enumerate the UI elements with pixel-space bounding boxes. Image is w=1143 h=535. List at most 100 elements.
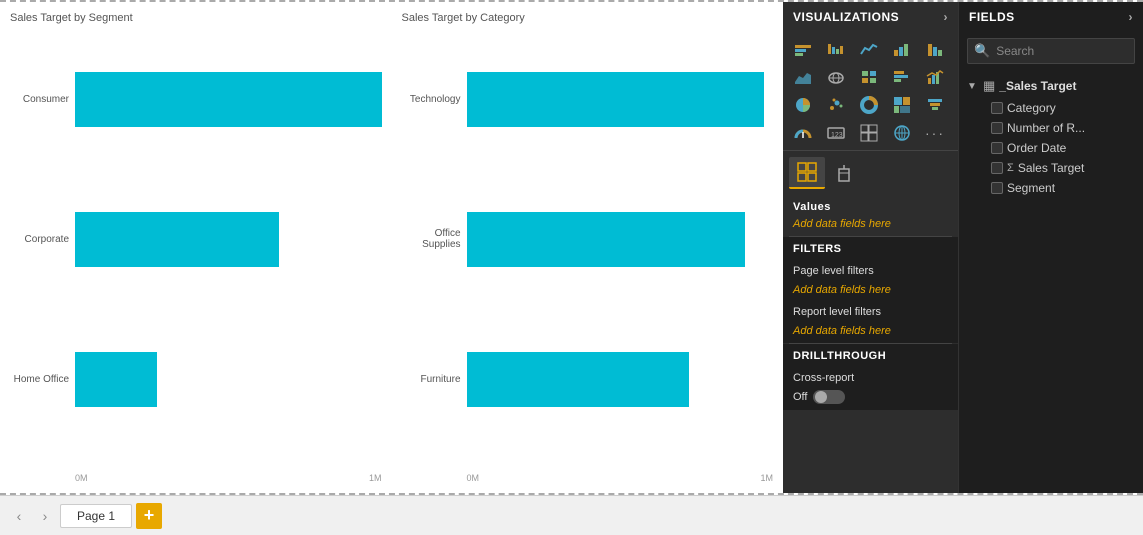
chart-segment-title: Sales Target by Segment bbox=[10, 12, 382, 24]
chart-category-title: Sales Target by Category bbox=[402, 12, 774, 24]
tree-table-sales-target[interactable]: ▼ ▦ _Sales Target bbox=[965, 74, 1137, 98]
field-sales-target[interactable]: Σ Sales Target bbox=[965, 158, 1137, 178]
axis-0m-cat: 0M bbox=[467, 473, 480, 483]
main-area: Sales Target by Segment Consumer Corpora… bbox=[0, 0, 1143, 495]
viz-icon-line[interactable] bbox=[855, 36, 883, 62]
table-icon: ▦ bbox=[983, 78, 995, 94]
page-prev-btn[interactable]: ‹ bbox=[8, 505, 30, 527]
bar-label-furniture: Furniture bbox=[402, 374, 467, 385]
viz-panel-chevron[interactable]: › bbox=[944, 10, 949, 24]
chart-category: Sales Target by Category Technology Offi… bbox=[402, 12, 774, 483]
field-checkbox-number-r[interactable] bbox=[991, 122, 1003, 134]
toggle-off-label: Off bbox=[793, 391, 807, 403]
viz-icons-grid: 123 bbox=[783, 32, 958, 150]
search-input[interactable] bbox=[996, 44, 1128, 58]
svg-text:123: 123 bbox=[831, 132, 843, 139]
bar-label-corporate: Corporate bbox=[10, 234, 75, 245]
bar-label-office: Office Supplies bbox=[402, 228, 467, 250]
viz-icon-globe[interactable] bbox=[888, 120, 916, 146]
field-checkbox-category[interactable] bbox=[991, 102, 1003, 114]
bar-chart-segment: Consumer Corporate Home Office bbox=[10, 30, 382, 469]
axis-1m-cat: 1M bbox=[760, 473, 773, 483]
search-box: 🔍 bbox=[967, 38, 1135, 64]
viz-bottom-section bbox=[783, 150, 958, 195]
fields-panel: FIELDS › 🔍 ▼ ▦ _Sales Target Category bbox=[958, 2, 1143, 493]
viz-icon-clustered-bar[interactable] bbox=[822, 36, 850, 62]
bar-row-furniture: Furniture bbox=[402, 352, 774, 407]
right-panels: VISUALIZATIONS › bbox=[783, 2, 1143, 493]
filters-report-level: Report level filters bbox=[783, 302, 958, 322]
viz-format-icon[interactable] bbox=[829, 157, 865, 189]
chart-segment: Sales Target by Segment Consumer Corpora… bbox=[10, 12, 382, 483]
viz-icon-gauge[interactable] bbox=[789, 120, 817, 146]
field-order-date[interactable]: Order Date bbox=[965, 138, 1137, 158]
page-next-btn[interactable]: › bbox=[34, 505, 56, 527]
viz-icon-donut[interactable] bbox=[855, 92, 883, 118]
field-checkbox-segment[interactable] bbox=[991, 182, 1003, 194]
viz-icon-card[interactable]: 123 bbox=[822, 120, 850, 146]
field-name-category: Category bbox=[1007, 101, 1056, 115]
viz-icon-scatter[interactable] bbox=[822, 92, 850, 118]
field-checkbox-order-date[interactable] bbox=[991, 142, 1003, 154]
bar-row-tech: Technology bbox=[402, 72, 774, 127]
viz-icon-map[interactable] bbox=[822, 64, 850, 90]
viz-icon-pie[interactable] bbox=[789, 92, 817, 118]
viz-icon-funnel[interactable] bbox=[921, 92, 949, 118]
bar-tech bbox=[467, 72, 764, 127]
page-tab[interactable]: Page 1 bbox=[60, 504, 132, 528]
fields-panel-header: FIELDS › bbox=[959, 2, 1143, 32]
bar-corporate bbox=[75, 212, 279, 267]
field-name-segment: Segment bbox=[1007, 181, 1055, 195]
field-segment[interactable]: Segment bbox=[965, 178, 1137, 198]
bar-furniture bbox=[467, 352, 690, 407]
field-name-order-date: Order Date bbox=[1007, 141, 1066, 155]
search-icon: 🔍 bbox=[974, 43, 990, 59]
filters-report-add[interactable]: Add data fields here bbox=[783, 322, 958, 343]
viz-icon-matrix[interactable] bbox=[855, 120, 883, 146]
field-name-number-r: Number of R... bbox=[1007, 121, 1085, 135]
fields-panel-title: FIELDS bbox=[969, 10, 1015, 24]
bar-row-homeoffice: Home Office bbox=[10, 352, 382, 407]
values-label: Values bbox=[783, 195, 958, 215]
filters-page-level: Page level filters bbox=[783, 261, 958, 281]
cross-report-toggle[interactable] bbox=[813, 390, 845, 404]
axis-0m-seg: 0M bbox=[75, 473, 88, 483]
toggle-thumb bbox=[815, 391, 827, 403]
viz-icon-stacked-bar[interactable] bbox=[789, 36, 817, 62]
axis-category: 0M 1M bbox=[402, 473, 774, 483]
viz-icon-more[interactable]: ··· bbox=[921, 120, 949, 146]
bar-homeoffice bbox=[75, 352, 157, 407]
viz-icon-treemap[interactable] bbox=[888, 92, 916, 118]
filters-page-add[interactable]: Add data fields here bbox=[783, 281, 958, 302]
toggle-off-row: Off bbox=[783, 388, 958, 410]
bar-chart-category: Technology Office Supplies Furniture bbox=[402, 30, 774, 469]
values-add-data[interactable]: Add data fields here bbox=[783, 215, 958, 236]
viz-fields-icon[interactable] bbox=[789, 157, 825, 189]
bar-row-consumer: Consumer bbox=[10, 72, 382, 127]
cross-report-label: Cross-report bbox=[783, 368, 958, 388]
axis-1m-seg: 1M bbox=[369, 473, 382, 483]
field-number-r[interactable]: Number of R... bbox=[965, 118, 1137, 138]
viz-icon-stacked-col[interactable] bbox=[921, 36, 949, 62]
viz-icon-bar-h[interactable] bbox=[888, 64, 916, 90]
viz-icon-area[interactable] bbox=[789, 64, 817, 90]
fields-tree: ▼ ▦ _Sales Target Category Number of R..… bbox=[959, 70, 1143, 202]
filters-header: FILTERS bbox=[783, 237, 958, 261]
field-checkbox-sales-target[interactable] bbox=[991, 162, 1003, 174]
sigma-icon: Σ bbox=[1007, 162, 1014, 174]
viz-bottom-icons bbox=[789, 157, 952, 189]
add-page-btn[interactable]: + bbox=[136, 503, 162, 529]
field-category[interactable]: Category bbox=[965, 98, 1137, 118]
canvas-area: Sales Target by Segment Consumer Corpora… bbox=[0, 2, 783, 493]
table-name: _Sales Target bbox=[999, 79, 1076, 93]
fields-panel-chevron[interactable]: › bbox=[1129, 10, 1134, 24]
bottom-bar: ‹ › Page 1 + bbox=[0, 495, 1143, 535]
viz-icon-bar-clustered2[interactable] bbox=[888, 36, 916, 62]
axis-segment: 0M 1M bbox=[10, 473, 382, 483]
viz-panel-title: VISUALIZATIONS bbox=[793, 10, 899, 24]
viz-icon-combo[interactable] bbox=[921, 64, 949, 90]
bar-office bbox=[467, 212, 746, 267]
visualizations-panel: VISUALIZATIONS › bbox=[783, 2, 958, 493]
drillthrough-section: DRILLTHROUGH Cross-report Off bbox=[783, 344, 958, 410]
viz-icon-filled-map[interactable] bbox=[855, 64, 883, 90]
